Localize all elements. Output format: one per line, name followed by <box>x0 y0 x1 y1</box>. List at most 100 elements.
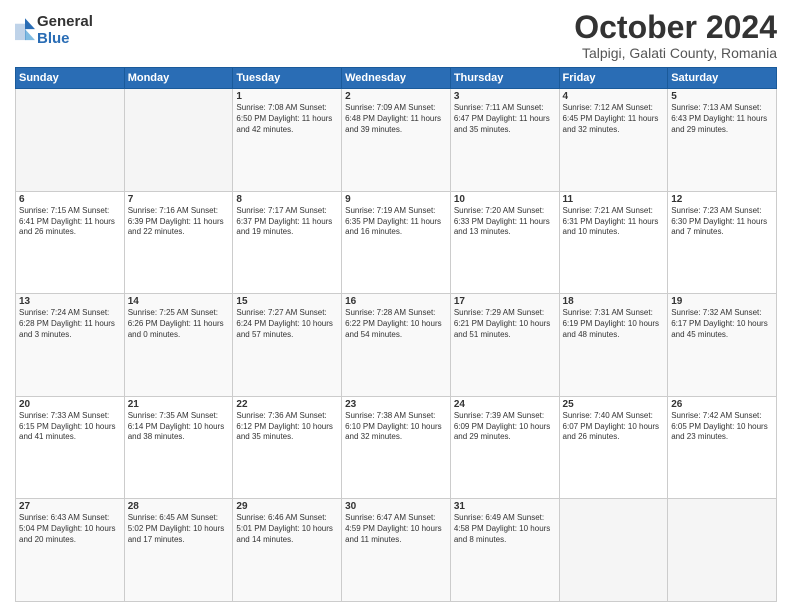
calendar-cell: 8Sunrise: 7:17 AM Sunset: 6:37 PM Daylig… <box>233 191 342 294</box>
calendar-cell: 16Sunrise: 7:28 AM Sunset: 6:22 PM Dayli… <box>342 294 451 397</box>
day-number: 2 <box>345 91 447 102</box>
day-number: 15 <box>236 296 338 307</box>
day-number: 1 <box>236 91 338 102</box>
calendar-cell: 27Sunrise: 6:43 AM Sunset: 5:04 PM Dayli… <box>16 499 125 602</box>
day-info: Sunrise: 6:49 AM Sunset: 4:58 PM Dayligh… <box>454 513 556 545</box>
calendar-cell: 2Sunrise: 7:09 AM Sunset: 6:48 PM Daylig… <box>342 89 451 192</box>
calendar-cell: 3Sunrise: 7:11 AM Sunset: 6:47 PM Daylig… <box>450 89 559 192</box>
day-number: 19 <box>671 296 773 307</box>
day-info: Sunrise: 7:21 AM Sunset: 6:31 PM Dayligh… <box>563 206 665 238</box>
day-info: Sunrise: 7:08 AM Sunset: 6:50 PM Dayligh… <box>236 103 338 135</box>
calendar-cell: 11Sunrise: 7:21 AM Sunset: 6:31 PM Dayli… <box>559 191 668 294</box>
calendar-week-row: 6Sunrise: 7:15 AM Sunset: 6:41 PM Daylig… <box>16 191 777 294</box>
logo-text: General Blue <box>37 14 93 47</box>
day-number: 17 <box>454 296 556 307</box>
day-number: 13 <box>19 296 121 307</box>
day-info: Sunrise: 7:11 AM Sunset: 6:47 PM Dayligh… <box>454 103 556 135</box>
calendar-cell: 6Sunrise: 7:15 AM Sunset: 6:41 PM Daylig… <box>16 191 125 294</box>
day-number: 14 <box>128 296 230 307</box>
header: General Blue October 2024 Talpigi, Galat… <box>15 10 777 61</box>
day-number: 22 <box>236 399 338 410</box>
calendar-cell: 17Sunrise: 7:29 AM Sunset: 6:21 PM Dayli… <box>450 294 559 397</box>
day-info: Sunrise: 7:31 AM Sunset: 6:19 PM Dayligh… <box>563 308 665 340</box>
day-info: Sunrise: 7:35 AM Sunset: 6:14 PM Dayligh… <box>128 411 230 443</box>
day-info: Sunrise: 7:20 AM Sunset: 6:33 PM Dayligh… <box>454 206 556 238</box>
day-info: Sunrise: 7:36 AM Sunset: 6:12 PM Dayligh… <box>236 411 338 443</box>
day-info: Sunrise: 7:09 AM Sunset: 6:48 PM Dayligh… <box>345 103 447 135</box>
day-number: 3 <box>454 91 556 102</box>
day-number: 7 <box>128 194 230 205</box>
day-info: Sunrise: 7:39 AM Sunset: 6:09 PM Dayligh… <box>454 411 556 443</box>
day-info: Sunrise: 7:23 AM Sunset: 6:30 PM Dayligh… <box>671 206 773 238</box>
day-number: 26 <box>671 399 773 410</box>
day-info: Sunrise: 7:42 AM Sunset: 6:05 PM Dayligh… <box>671 411 773 443</box>
calendar-cell: 25Sunrise: 7:40 AM Sunset: 6:07 PM Dayli… <box>559 396 668 499</box>
month-title: October 2024 <box>574 10 777 45</box>
calendar-day-header: Friday <box>559 68 668 89</box>
calendar-cell: 7Sunrise: 7:16 AM Sunset: 6:39 PM Daylig… <box>124 191 233 294</box>
day-number: 11 <box>563 194 665 205</box>
day-number: 16 <box>345 296 447 307</box>
calendar-day-header: Tuesday <box>233 68 342 89</box>
calendar-week-row: 20Sunrise: 7:33 AM Sunset: 6:15 PM Dayli… <box>16 396 777 499</box>
day-number: 25 <box>563 399 665 410</box>
day-info: Sunrise: 7:24 AM Sunset: 6:28 PM Dayligh… <box>19 308 121 340</box>
calendar-day-header: Wednesday <box>342 68 451 89</box>
calendar-cell: 1Sunrise: 7:08 AM Sunset: 6:50 PM Daylig… <box>233 89 342 192</box>
calendar-cell: 24Sunrise: 7:39 AM Sunset: 6:09 PM Dayli… <box>450 396 559 499</box>
day-number: 27 <box>19 501 121 512</box>
day-number: 31 <box>454 501 556 512</box>
day-info: Sunrise: 7:32 AM Sunset: 6:17 PM Dayligh… <box>671 308 773 340</box>
location: Talpigi, Galati County, Romania <box>574 45 777 61</box>
calendar-cell: 26Sunrise: 7:42 AM Sunset: 6:05 PM Dayli… <box>668 396 777 499</box>
day-number: 20 <box>19 399 121 410</box>
logo-general: General <box>37 14 93 31</box>
day-info: Sunrise: 7:28 AM Sunset: 6:22 PM Dayligh… <box>345 308 447 340</box>
day-number: 29 <box>236 501 338 512</box>
calendar-cell: 30Sunrise: 6:47 AM Sunset: 4:59 PM Dayli… <box>342 499 451 602</box>
calendar-cell: 23Sunrise: 7:38 AM Sunset: 6:10 PM Dayli… <box>342 396 451 499</box>
day-info: Sunrise: 7:25 AM Sunset: 6:26 PM Dayligh… <box>128 308 230 340</box>
day-info: Sunrise: 7:40 AM Sunset: 6:07 PM Dayligh… <box>563 411 665 443</box>
day-number: 8 <box>236 194 338 205</box>
day-number: 28 <box>128 501 230 512</box>
calendar-cell: 15Sunrise: 7:27 AM Sunset: 6:24 PM Dayli… <box>233 294 342 397</box>
day-number: 24 <box>454 399 556 410</box>
day-number: 5 <box>671 91 773 102</box>
calendar-cell <box>16 89 125 192</box>
calendar-cell <box>124 89 233 192</box>
calendar-table: SundayMondayTuesdayWednesdayThursdayFrid… <box>15 67 777 602</box>
calendar-week-row: 1Sunrise: 7:08 AM Sunset: 6:50 PM Daylig… <box>16 89 777 192</box>
calendar-day-header: Saturday <box>668 68 777 89</box>
calendar-cell: 19Sunrise: 7:32 AM Sunset: 6:17 PM Dayli… <box>668 294 777 397</box>
calendar-cell <box>668 499 777 602</box>
calendar-cell: 28Sunrise: 6:45 AM Sunset: 5:02 PM Dayli… <box>124 499 233 602</box>
calendar-cell: 4Sunrise: 7:12 AM Sunset: 6:45 PM Daylig… <box>559 89 668 192</box>
day-info: Sunrise: 7:13 AM Sunset: 6:43 PM Dayligh… <box>671 103 773 135</box>
calendar-cell: 13Sunrise: 7:24 AM Sunset: 6:28 PM Dayli… <box>16 294 125 397</box>
calendar-cell: 10Sunrise: 7:20 AM Sunset: 6:33 PM Dayli… <box>450 191 559 294</box>
day-info: Sunrise: 6:43 AM Sunset: 5:04 PM Dayligh… <box>19 513 121 545</box>
day-number: 21 <box>128 399 230 410</box>
calendar-week-row: 27Sunrise: 6:43 AM Sunset: 5:04 PM Dayli… <box>16 499 777 602</box>
day-number: 10 <box>454 194 556 205</box>
page: General Blue October 2024 Talpigi, Galat… <box>0 0 792 612</box>
day-info: Sunrise: 7:16 AM Sunset: 6:39 PM Dayligh… <box>128 206 230 238</box>
day-info: Sunrise: 7:33 AM Sunset: 6:15 PM Dayligh… <box>19 411 121 443</box>
calendar-cell: 20Sunrise: 7:33 AM Sunset: 6:15 PM Dayli… <box>16 396 125 499</box>
logo-icon <box>15 16 35 46</box>
calendar-cell: 29Sunrise: 6:46 AM Sunset: 5:01 PM Dayli… <box>233 499 342 602</box>
calendar-cell: 9Sunrise: 7:19 AM Sunset: 6:35 PM Daylig… <box>342 191 451 294</box>
calendar-header-row: SundayMondayTuesdayWednesdayThursdayFrid… <box>16 68 777 89</box>
title-block: October 2024 Talpigi, Galati County, Rom… <box>574 10 777 61</box>
logo-blue: Blue <box>37 31 93 48</box>
day-info: Sunrise: 7:12 AM Sunset: 6:45 PM Dayligh… <box>563 103 665 135</box>
calendar-cell: 5Sunrise: 7:13 AM Sunset: 6:43 PM Daylig… <box>668 89 777 192</box>
calendar-week-row: 13Sunrise: 7:24 AM Sunset: 6:28 PM Dayli… <box>16 294 777 397</box>
day-number: 9 <box>345 194 447 205</box>
calendar-cell: 22Sunrise: 7:36 AM Sunset: 6:12 PM Dayli… <box>233 396 342 499</box>
day-info: Sunrise: 7:17 AM Sunset: 6:37 PM Dayligh… <box>236 206 338 238</box>
calendar-cell: 14Sunrise: 7:25 AM Sunset: 6:26 PM Dayli… <box>124 294 233 397</box>
calendar-cell: 21Sunrise: 7:35 AM Sunset: 6:14 PM Dayli… <box>124 396 233 499</box>
day-number: 12 <box>671 194 773 205</box>
